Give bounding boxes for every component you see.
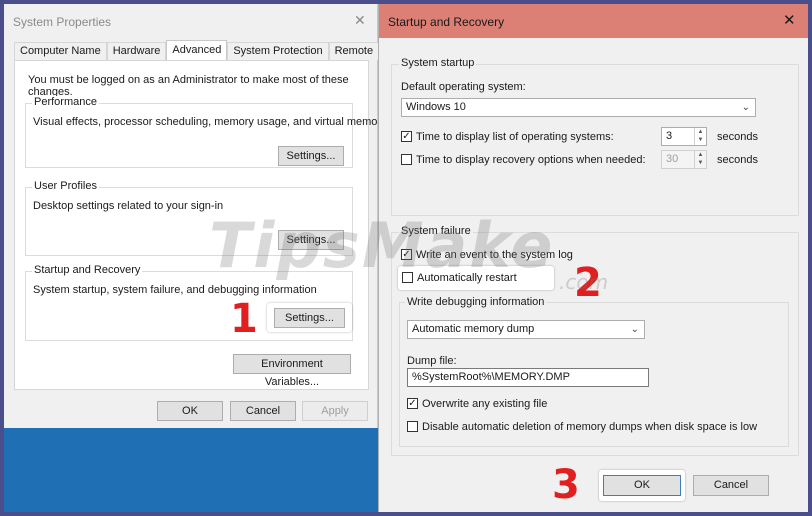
- startup-recovery-settings-button[interactable]: Settings...: [274, 308, 345, 328]
- default-os-dropdown[interactable]: Windows 10 ⌄: [401, 98, 756, 117]
- cancel-button[interactable]: Cancel: [230, 401, 296, 421]
- tab-computer-name[interactable]: Computer Name: [14, 42, 107, 60]
- time-list-value: 3: [666, 130, 673, 142]
- default-os-label: Default operating system:: [401, 81, 526, 93]
- dialog-title: System Properties: [13, 15, 112, 29]
- time-recovery-label: Time to display recovery options when ne…: [416, 154, 646, 166]
- dialog-title: Startup and Recovery: [388, 15, 505, 29]
- close-icon[interactable]: ✕: [783, 11, 796, 29]
- close-icon[interactable]: ✕: [354, 12, 366, 29]
- watermark-logo: TipsMake: [209, 209, 555, 282]
- user-profiles-legend: User Profiles: [32, 180, 99, 192]
- startup-recovery-legend: Startup and Recovery: [32, 264, 143, 276]
- default-os-value: Windows 10: [406, 101, 466, 113]
- system-startup-title: System startup: [399, 57, 477, 69]
- startup-ok-button[interactable]: OK: [603, 475, 681, 496]
- debug-info-title: Write debugging information: [405, 296, 547, 308]
- performance-legend: Performance: [32, 96, 99, 108]
- overwrite-label: Overwrite any existing file: [422, 398, 548, 410]
- time-list-unit: seconds: [717, 131, 758, 143]
- time-list-spinner[interactable]: 3 ▲ ▼: [661, 127, 707, 146]
- time-recovery-unit: seconds: [717, 154, 758, 166]
- environment-variables-button[interactable]: Environment Variables...: [233, 354, 351, 388]
- screenshot-frame: System Properties ✕ Computer Name Hardwa…: [4, 4, 808, 512]
- disable-delete-label: Disable automatic deletion of memory dum…: [422, 421, 758, 433]
- step3-number: 3: [552, 462, 580, 508]
- chevron-down-icon: ⌄: [630, 324, 639, 335]
- startup-cancel-button[interactable]: Cancel: [693, 475, 769, 496]
- time-recovery-spinner[interactable]: 30 ▲ ▼: [661, 150, 707, 169]
- time-recovery-value: 30: [666, 153, 679, 165]
- performance-settings-button[interactable]: Settings...: [278, 146, 344, 166]
- user-profiles-description: Desktop settings related to your sign-in: [33, 200, 224, 212]
- disable-delete-checkbox[interactable]: [407, 421, 418, 432]
- startup-recovery-description: System startup, system failure, and debu…: [33, 284, 317, 296]
- performance-description: Visual effects, processor scheduling, me…: [33, 116, 387, 128]
- tab-hardware[interactable]: Hardware: [106, 42, 167, 60]
- step3-highlight: OK: [599, 470, 685, 501]
- debug-type-dropdown[interactable]: Automatic memory dump ⌄: [407, 320, 645, 339]
- step1-number: 1: [230, 296, 258, 342]
- apply-button[interactable]: Apply: [302, 401, 368, 421]
- performance-group: Performance Visual effects, processor sc…: [25, 96, 387, 168]
- title-bar: Startup and Recovery ✕: [379, 4, 808, 38]
- chevron-down-icon: ⌄: [741, 102, 750, 113]
- time-recovery-checkbox[interactable]: [401, 154, 412, 165]
- watermark-suffix: .com: [559, 270, 609, 294]
- tab-advanced[interactable]: Advanced: [166, 40, 228, 60]
- spinner-arrows-icon[interactable]: ▲ ▼: [694, 128, 706, 145]
- ok-button[interactable]: OK: [157, 401, 223, 421]
- tab-remote[interactable]: Remote: [328, 42, 380, 60]
- dump-file-label: Dump file:: [407, 355, 457, 367]
- spinner-arrows-icon[interactable]: ▲ ▼: [694, 151, 706, 168]
- time-list-checkbox[interactable]: ✓: [401, 131, 412, 142]
- tab-strip: Computer Name Hardware Advanced System P…: [14, 40, 380, 60]
- time-list-label: Time to display list of operating system…: [416, 131, 614, 143]
- dump-file-input[interactable]: %SystemRoot%\MEMORY.DMP: [407, 368, 649, 387]
- step1-highlight: Settings...: [267, 303, 352, 332]
- debug-type-value: Automatic memory dump: [412, 323, 535, 335]
- overwrite-checkbox[interactable]: ✓: [407, 398, 418, 409]
- tab-system-protection[interactable]: System Protection: [227, 42, 329, 60]
- admin-note: You must be logged on as an Administrato…: [28, 74, 349, 98]
